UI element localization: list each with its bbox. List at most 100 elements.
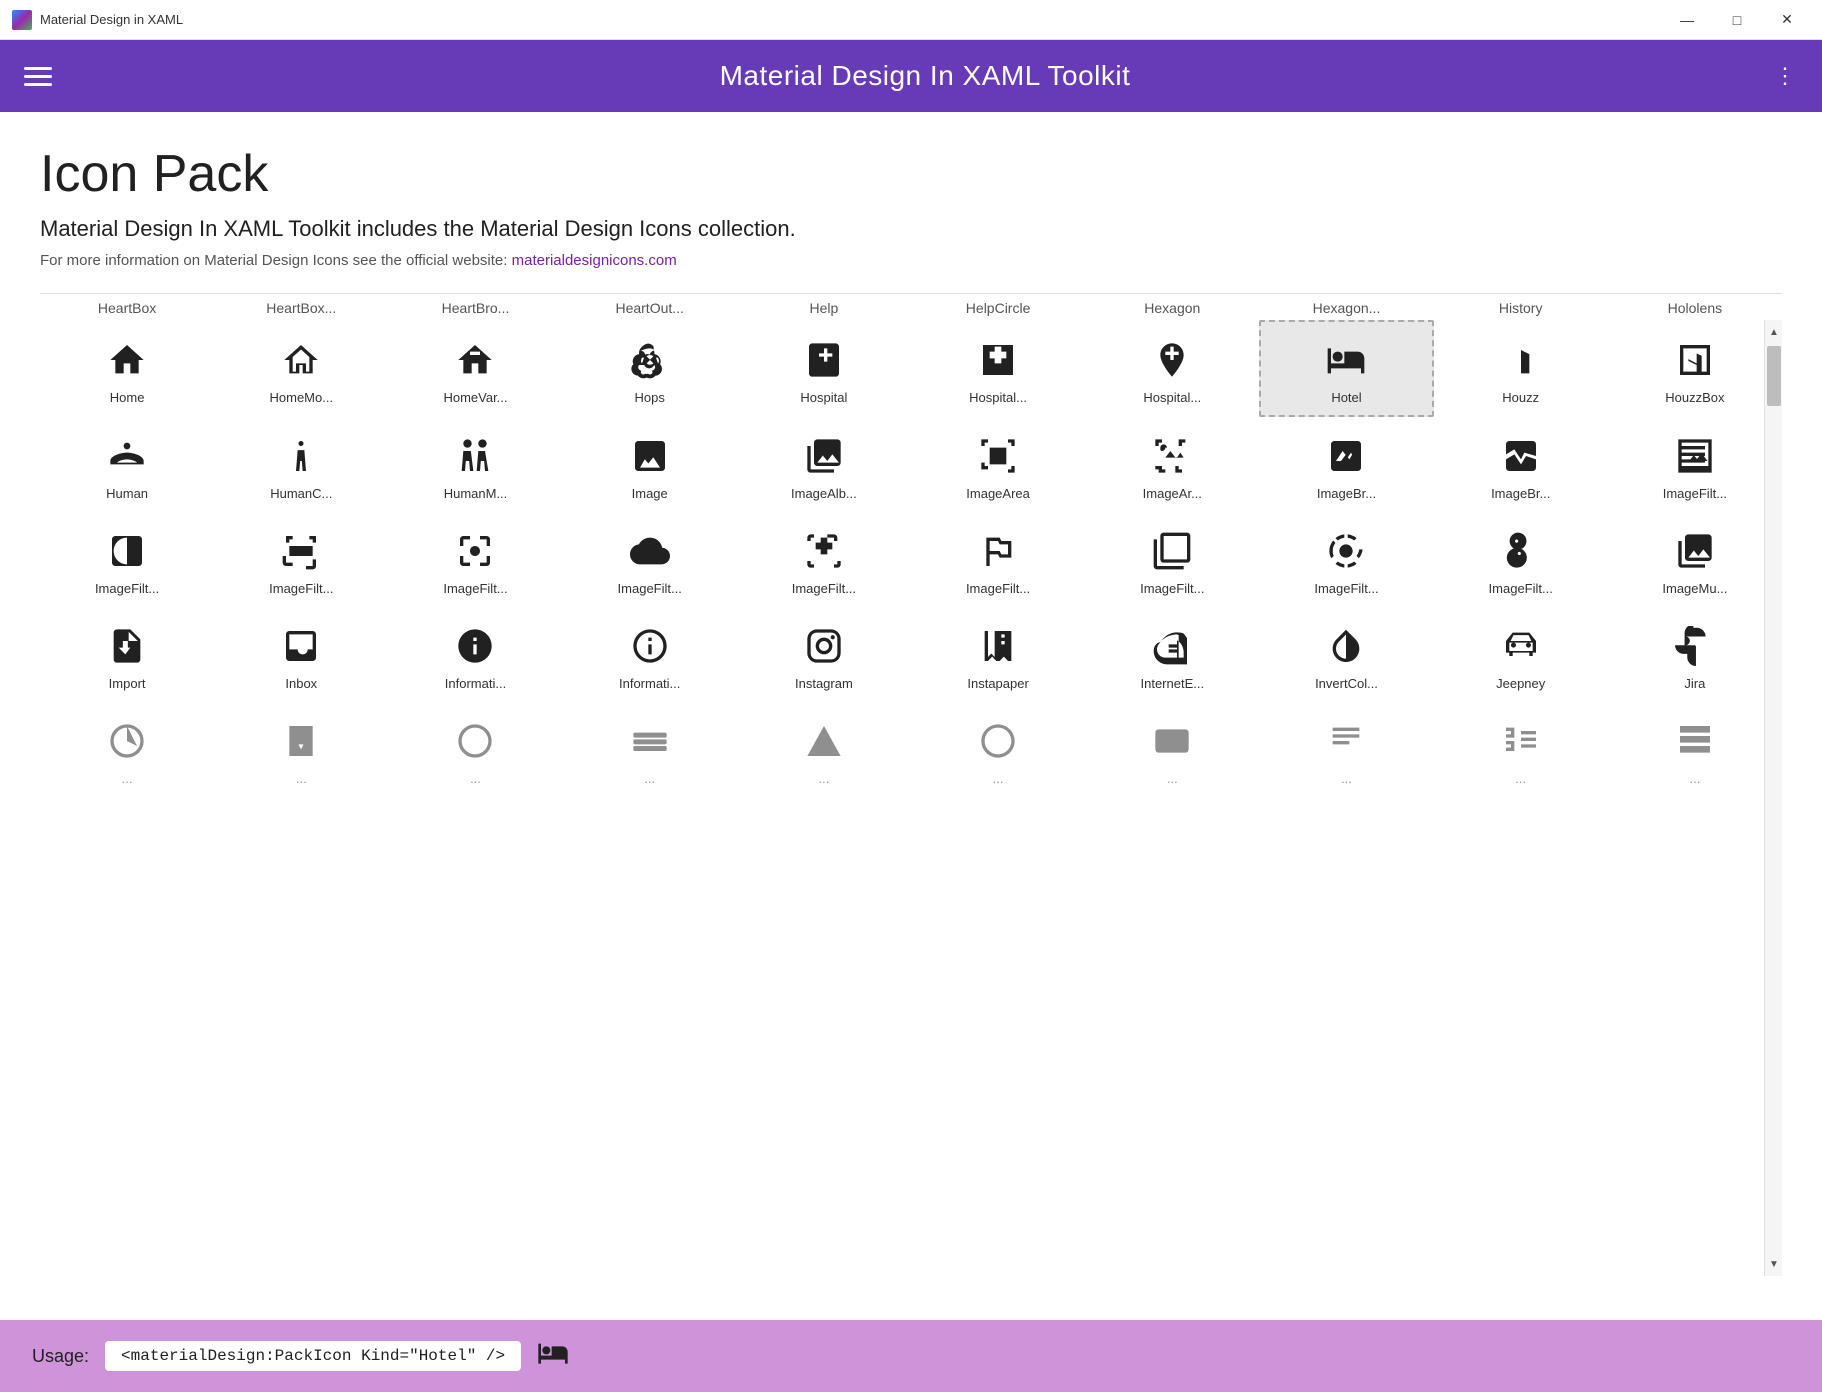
icon-imagemultiple[interactable]: ImageMu... xyxy=(1608,512,1782,607)
icon-label: Home xyxy=(110,390,145,405)
icon-imagealbum[interactable]: ImageAlb... xyxy=(737,417,911,512)
icon-imagefiltercenter[interactable]: ImageFilt... xyxy=(214,512,388,607)
icon-imagefiltercloud[interactable]: ImageFilt... xyxy=(563,512,737,607)
icon-instagram[interactable]: Instagram xyxy=(737,607,911,702)
icon-imagefilternone[interactable]: ImageFilt... xyxy=(1085,512,1259,607)
icon-partial4[interactable]: ... xyxy=(563,702,737,797)
icon-imagefiltercenterfocus[interactable]: ImageFilt... xyxy=(388,512,562,607)
icon-partial1[interactable]: ... xyxy=(40,702,214,797)
icon-internetexplorer[interactable]: InternetE... xyxy=(1085,607,1259,702)
icon-label: ... xyxy=(1167,771,1178,786)
icon-label: ImageAlb... xyxy=(791,486,857,501)
partial8-icon xyxy=(1322,717,1370,765)
human-icon xyxy=(103,432,151,480)
header-cell: Hexagon xyxy=(1085,293,1259,320)
invertcolors-icon xyxy=(1322,622,1370,670)
icon-inbox[interactable]: Inbox xyxy=(214,607,388,702)
icon-label: Informati... xyxy=(445,676,506,691)
scrollbar-thumb[interactable] xyxy=(1767,346,1781,406)
more-button[interactable]: ⋮ xyxy=(1774,63,1798,89)
icon-partial10[interactable]: ... xyxy=(1608,702,1782,797)
icon-import[interactable]: Import xyxy=(40,607,214,702)
icon-imagefilterhdr[interactable]: ImageFilt... xyxy=(911,512,1085,607)
icon-imagebrokenv[interactable]: ImageBr... xyxy=(1434,417,1608,512)
icon-instapaper[interactable]: Instapaper xyxy=(911,607,1085,702)
icon-imagearea[interactable]: ImageArea xyxy=(911,417,1085,512)
imagefilterbw-icon xyxy=(103,527,151,575)
icon-image[interactable]: Image xyxy=(563,417,737,512)
icon-partial8[interactable]: ... xyxy=(1259,702,1433,797)
icon-informationoutline[interactable]: Informati... xyxy=(563,607,737,702)
icon-partial3[interactable]: ... xyxy=(388,702,562,797)
header-cell: HeartBox xyxy=(40,293,214,320)
icon-partial7[interactable]: ... xyxy=(1085,702,1259,797)
maximize-button[interactable]: □ xyxy=(1714,4,1760,36)
icon-information[interactable]: Informati... xyxy=(388,607,562,702)
icon-homemod[interactable]: HomeMo... xyxy=(214,320,388,417)
icon-humanchild[interactable]: HumanC... xyxy=(214,417,388,512)
icon-invertcolors[interactable]: InvertCol... xyxy=(1259,607,1433,702)
hospitalmarker-icon xyxy=(1148,336,1196,384)
homevar-icon xyxy=(451,336,499,384)
minimize-button[interactable]: — xyxy=(1664,4,1710,36)
icon-label: Hotel xyxy=(1331,390,1361,405)
partial4-icon xyxy=(626,717,674,765)
icon-imagefilterbw[interactable]: ImageFilt... xyxy=(40,512,214,607)
icon-jeepney[interactable]: Jeepney xyxy=(1434,607,1608,702)
icon-humanmale[interactable]: HumanM... xyxy=(388,417,562,512)
icon-hospital[interactable]: Hospital xyxy=(737,320,911,417)
icon-label: ImageFilt... xyxy=(966,581,1030,596)
header-cell: HeartOut... xyxy=(563,293,737,320)
scroll-down-button[interactable]: ▼ xyxy=(1765,1252,1782,1276)
icon-label: ImageFilt... xyxy=(95,581,159,596)
icon-imagefiltertiltshift[interactable]: ImageFilt... xyxy=(1259,512,1433,607)
icon-hospitalmarker[interactable]: Hospital... xyxy=(1085,320,1259,417)
page-subtitle: Material Design In XAML Toolkit includes… xyxy=(40,216,1782,242)
icon-partial2[interactable]: ... xyxy=(214,702,388,797)
icon-imagebroken[interactable]: ImageBr... xyxy=(1259,417,1433,512)
close-button[interactable]: ✕ xyxy=(1764,4,1810,36)
icon-jira[interactable]: Jira xyxy=(1608,607,1782,702)
usage-bar: Usage: <materialDesign:PackIcon Kind="Ho… xyxy=(0,1320,1822,1392)
icon-hospitalbox[interactable]: Hospital... xyxy=(911,320,1085,417)
icon-label: Hospital... xyxy=(969,390,1027,405)
header-cell: Hololens xyxy=(1608,293,1782,320)
icon-houzz[interactable]: Houzz xyxy=(1434,320,1608,417)
icon-label: Inbox xyxy=(285,676,317,691)
scroll-up-button[interactable]: ▲ xyxy=(1765,320,1782,344)
home-icon xyxy=(103,336,151,384)
imagebrokenv-icon xyxy=(1497,432,1545,480)
partial1-icon xyxy=(103,717,151,765)
icon-home[interactable]: Home xyxy=(40,320,214,417)
icon-imageareaclose[interactable]: ImageAr... xyxy=(1085,417,1259,512)
icon-imagefilter[interactable]: ImageFilt... xyxy=(1608,417,1782,512)
icon-label: ... xyxy=(1341,771,1352,786)
icon-imagefilterframes[interactable]: ImageFilt... xyxy=(737,512,911,607)
menu-button[interactable] xyxy=(24,67,52,86)
imagefilter-icon xyxy=(1671,432,1719,480)
icon-houzzbox[interactable]: HouzzBox xyxy=(1608,320,1782,417)
imagefilternone-icon xyxy=(1148,527,1196,575)
icon-label: Instapaper xyxy=(967,676,1028,691)
icon-partial6[interactable]: ... xyxy=(911,702,1085,797)
mdi-link[interactable]: materialdesignicons.com xyxy=(512,252,677,269)
icon-partial9[interactable]: ... xyxy=(1434,702,1608,797)
hops-icon xyxy=(626,336,674,384)
icon-hops[interactable]: Hops xyxy=(563,320,737,417)
icon-label: Hospital... xyxy=(1143,390,1201,405)
icon-label: ImageFilt... xyxy=(443,581,507,596)
icon-human[interactable]: Human xyxy=(40,417,214,512)
icon-label: ImageMu... xyxy=(1662,581,1727,596)
icon-imagefiltervintage[interactable]: ImageFilt... xyxy=(1434,512,1608,607)
icon-partial5[interactable]: ... xyxy=(737,702,911,797)
icon-label: ... xyxy=(1689,771,1700,786)
icon-label: ... xyxy=(1515,771,1526,786)
usage-code: <materialDesign:PackIcon Kind="Hotel" /> xyxy=(105,1341,521,1371)
imagearea-icon xyxy=(974,432,1022,480)
icon-label: HumanM... xyxy=(444,486,508,501)
icon-homevar[interactable]: HomeVar... xyxy=(388,320,562,417)
icon-label: ImageFilt... xyxy=(1663,486,1727,501)
imagefiltertiltshift-icon xyxy=(1322,527,1370,575)
icon-label: HomeVar... xyxy=(443,390,507,405)
icon-hotel[interactable]: Hotel xyxy=(1259,320,1433,417)
